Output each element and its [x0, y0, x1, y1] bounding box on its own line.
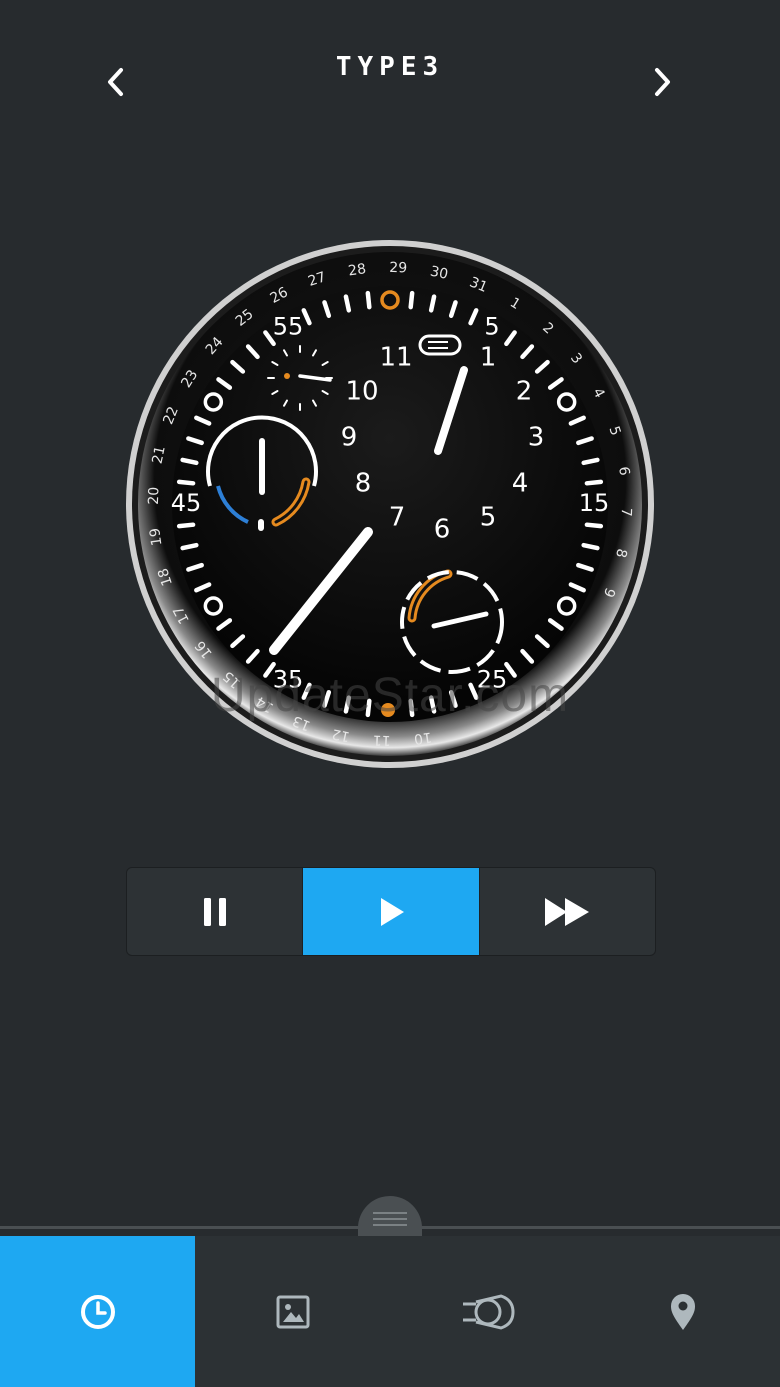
date-numeral: 11 [373, 732, 391, 749]
date-numeral: 19 [147, 527, 165, 547]
minute-tick [365, 698, 372, 718]
tab-clock[interactable] [0, 1236, 195, 1387]
hour-numeral: 11 [379, 343, 412, 373]
minute-numeral: 35 [273, 666, 304, 694]
tab-gallery[interactable] [195, 1236, 390, 1387]
date-numeral: 29 [389, 260, 407, 277]
header: TYPE3 [0, 0, 780, 150]
minute-tick [176, 522, 196, 529]
tab-bar [0, 1236, 780, 1387]
date-marker-icon [381, 703, 395, 717]
hour-numeral: 1 [480, 343, 497, 373]
minute-tick [428, 294, 437, 313]
minute-numeral: 25 [477, 666, 508, 694]
minute-tick [180, 457, 199, 466]
pause-button[interactable] [127, 868, 302, 955]
minute-tick [343, 695, 352, 714]
play-icon [380, 897, 404, 926]
date-numeral: 10 [413, 729, 433, 747]
hour-numeral: 8 [355, 469, 372, 499]
date-numeral: 28 [347, 261, 367, 279]
hour-numeral: 3 [528, 423, 545, 453]
minute-tick [581, 542, 600, 551]
minute-tick [365, 290, 372, 310]
minute-numeral: 45 [171, 489, 202, 517]
handle-line [373, 1212, 407, 1214]
minute-tick [584, 522, 604, 529]
minute-tick [180, 542, 199, 551]
hour-numeral: 4 [512, 469, 529, 499]
hour-numeral: 10 [345, 377, 378, 407]
watch-face: 9 8 7 6 5 4 3 2 1 31 30 29 28 27 26 25 24 23 22 21 20 19 18 17 1… [122, 236, 658, 772]
next-button[interactable] [642, 62, 682, 102]
handle-line [373, 1224, 407, 1226]
minute-tick [408, 698, 415, 718]
hour-numeral: 6 [434, 515, 451, 545]
minute-numeral: 5 [484, 312, 499, 340]
date-numeral: 20 [146, 487, 163, 505]
hour-numeral: 9 [341, 423, 358, 453]
minute-numeral: 15 [579, 489, 610, 517]
minute-numeral: 55 [273, 312, 304, 340]
minute-tick [176, 479, 196, 486]
hour-numeral: 5 [480, 503, 497, 533]
fast-forward-icon [545, 897, 590, 926]
minute-tick [408, 290, 415, 310]
drawer-handle[interactable] [358, 1196, 422, 1236]
hour-numeral: 7 [389, 503, 406, 533]
minute-tick [343, 294, 352, 313]
watch-icon [462, 1293, 515, 1330]
play-button[interactable] [302, 868, 479, 955]
hour-numeral: 2 [516, 377, 533, 407]
minute-tick [584, 479, 604, 486]
fast-forward-button[interactable] [478, 868, 655, 955]
date-numeral: 7 [618, 507, 634, 516]
location-pin-icon [670, 1293, 695, 1330]
image-icon [276, 1295, 309, 1328]
tab-watch[interactable] [390, 1236, 585, 1387]
clock-icon [80, 1294, 115, 1329]
minute-tick [581, 457, 600, 466]
handle-line [373, 1218, 407, 1220]
chevron-right-icon [655, 68, 670, 96]
tab-location[interactable] [585, 1236, 780, 1387]
minute-tick [428, 695, 437, 714]
playback-controls [126, 867, 656, 956]
pause-icon [203, 897, 226, 926]
